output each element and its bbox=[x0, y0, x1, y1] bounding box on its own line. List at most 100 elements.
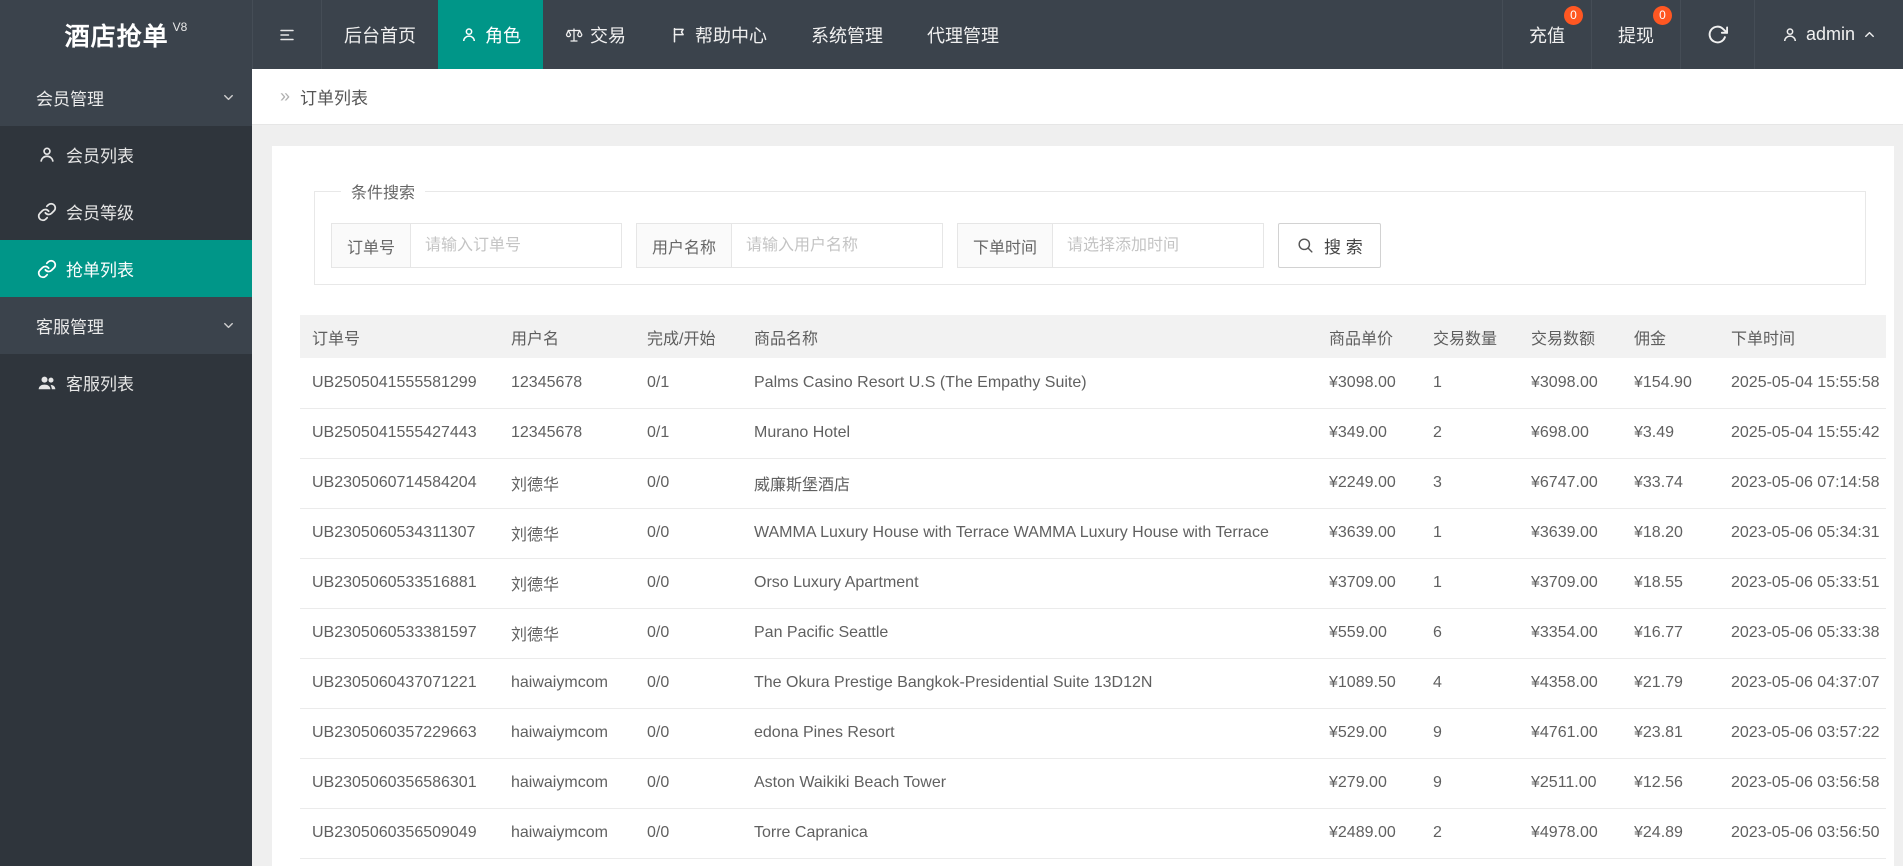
sidebar: 会员管理会员列表会员等级抢单列表客服管理客服列表 bbox=[0, 69, 252, 866]
app-window: 酒店抢单 V8 后台首页 角色 交易 帮助中心 系统管理 代理管理 充值 0 提现 0 bbox=[0, 0, 1903, 866]
cell-order-no: UB2305060357229663 bbox=[300, 708, 499, 759]
sidebar-item-label: 会员等级 bbox=[66, 204, 134, 223]
cell-progress: 0/1 bbox=[635, 408, 742, 459]
cell-trade-qty: 1 bbox=[1421, 358, 1519, 409]
refresh-button[interactable] bbox=[1679, 0, 1754, 69]
user-menu[interactable]: admin bbox=[1753, 0, 1903, 69]
sidebar-toggle-button[interactable] bbox=[252, 0, 322, 69]
cell-product-name: The Okura Prestige Bangkok-Presidential … bbox=[742, 658, 1317, 709]
table-row: UB2305060534311307 刘德华 0/0 WAMMA Luxury Hou… bbox=[300, 508, 1886, 559]
cell-trade-qty: 9 bbox=[1421, 758, 1519, 809]
search-input-2[interactable] bbox=[1052, 223, 1265, 268]
chevron-up-icon bbox=[1862, 27, 1877, 42]
cell-product-name: Orso Luxury Apartment bbox=[742, 558, 1317, 609]
sidebar-group-0[interactable]: 会员管理 bbox=[0, 69, 252, 126]
col-header-product-name: 商品名称 bbox=[742, 315, 1317, 358]
search-row: 订单号 用户名称 下单时间 搜 索 bbox=[331, 223, 1849, 268]
cell-commission: ¥12.56 bbox=[1622, 758, 1719, 809]
breadcrumb-separator-icon: » bbox=[280, 86, 291, 106]
search-field-1: 用户名称 bbox=[636, 223, 944, 268]
nav-item-label: 交易 bbox=[590, 25, 626, 46]
cell-username: 12345678 bbox=[499, 358, 635, 409]
nav-item-1[interactable]: 角色 bbox=[438, 0, 543, 69]
nav-item-label: 帮助中心 bbox=[695, 25, 767, 46]
cell-unit-price: ¥349.00 bbox=[1317, 408, 1421, 459]
cell-commission: ¥21.79 bbox=[1622, 658, 1719, 709]
brand-name: 酒店抢单 bbox=[64, 22, 169, 51]
search-button-label: 搜 索 bbox=[1324, 238, 1363, 257]
cell-trade-qty: 2 bbox=[1421, 808, 1519, 859]
cell-trade-qty: 6 bbox=[1421, 608, 1519, 659]
cell-commission: ¥18.20 bbox=[1622, 508, 1719, 559]
cell-unit-price: ¥279.00 bbox=[1317, 758, 1421, 809]
sidebar-item-label: 会员列表 bbox=[66, 147, 134, 166]
cell-product-name: 威廉斯堡酒店 bbox=[742, 458, 1317, 509]
col-header-unit-price: 商品单价 bbox=[1317, 315, 1421, 358]
nav-item-4[interactable]: 系统管理 bbox=[789, 0, 905, 69]
cell-trade-amount: ¥7821.00 bbox=[1519, 858, 1622, 866]
cell-commission: ¥3.49 bbox=[1622, 408, 1719, 459]
table-row: UB2305060357229663 haiwaiymcom 0/0 edona Pi… bbox=[300, 708, 1886, 759]
cell-order-no: UB2305060533381597 bbox=[300, 608, 499, 659]
user-icon bbox=[1781, 26, 1799, 44]
cell-product-name: Palms Casino Resort U.S (The Empathy Sui… bbox=[742, 358, 1317, 409]
cell-username: haiwaiymcom bbox=[499, 658, 635, 709]
cell-trade-qty: 2 bbox=[1421, 408, 1519, 459]
cell-username: 12345678 bbox=[499, 408, 635, 459]
withdraw-badge: 0 bbox=[1652, 6, 1672, 25]
users-icon bbox=[37, 373, 57, 393]
cell-trade-amount: ¥4761.00 bbox=[1519, 708, 1622, 759]
main-nav: 后台首页 角色 交易 帮助中心 系统管理 代理管理 bbox=[322, 0, 1021, 69]
breadcrumb: » 订单列表 bbox=[252, 69, 1903, 125]
nav-item-5[interactable]: 代理管理 bbox=[905, 0, 1021, 69]
recharge-badge: 0 bbox=[1563, 6, 1583, 25]
cell-progress: 0/0 bbox=[635, 858, 742, 866]
cell-trade-amount: ¥698.00 bbox=[1519, 408, 1622, 459]
cell-order-no: UB2305060437071221 bbox=[300, 658, 499, 709]
sidebar-item-label: 客服列表 bbox=[66, 375, 134, 394]
cell-commission: ¥39.11 bbox=[1622, 858, 1719, 866]
cell-order-no: UB2305060356436524 bbox=[300, 858, 499, 866]
sidebar-item-0-2[interactable]: 抢单列表 bbox=[0, 240, 252, 297]
sidebar-item-label: 抢单列表 bbox=[66, 261, 134, 280]
search-button[interactable]: 搜 索 bbox=[1278, 223, 1381, 268]
search-field-2: 下单时间 bbox=[957, 223, 1265, 268]
chevron-down-icon bbox=[221, 90, 236, 105]
cell-order-time: 2025-05-04 15:55:58 bbox=[1719, 358, 1886, 409]
recharge-button[interactable]: 充值 0 bbox=[1501, 0, 1591, 69]
withdraw-button[interactable]: 提现 0 bbox=[1590, 0, 1680, 69]
sidebar-item-0-1[interactable]: 会员等级 bbox=[0, 183, 252, 240]
refresh-icon bbox=[1707, 24, 1728, 45]
cell-commission: ¥18.55 bbox=[1622, 558, 1719, 609]
nav-item-3[interactable]: 帮助中心 bbox=[648, 0, 789, 69]
search-input-1[interactable] bbox=[731, 223, 944, 268]
cell-commission: ¥23.81 bbox=[1622, 708, 1719, 759]
chevron-down-icon bbox=[221, 318, 236, 333]
cell-product-name: Pan Pacific Seattle bbox=[742, 608, 1317, 659]
nav-item-0[interactable]: 后台首页 bbox=[322, 0, 438, 69]
cell-product-name: Torre Capranica bbox=[742, 808, 1317, 859]
nav-item-label: 系统管理 bbox=[811, 25, 883, 46]
nav-item-2[interactable]: 交易 bbox=[543, 0, 648, 69]
sidebar-item-1-0[interactable]: 客服列表 bbox=[0, 354, 252, 411]
sidebar-group-1[interactable]: 客服管理 bbox=[0, 297, 252, 354]
sidebar-item-0-0[interactable]: 会员列表 bbox=[0, 126, 252, 183]
col-header-commission: 佣金 bbox=[1622, 315, 1719, 358]
cell-order-time: 2023-05-06 05:34:31 bbox=[1719, 508, 1886, 559]
search-field-label: 下单时间 bbox=[957, 223, 1053, 268]
cell-unit-price: ¥3709.00 bbox=[1317, 558, 1421, 609]
cell-trade-amount: ¥3639.00 bbox=[1519, 508, 1622, 559]
nav-item-label: 代理管理 bbox=[927, 25, 999, 46]
sidebar-group-label: 会员管理 bbox=[36, 90, 104, 109]
recharge-label: 充值 bbox=[1528, 25, 1565, 46]
search-input-0[interactable] bbox=[410, 223, 623, 268]
table-row: UB2305060356586301 haiwaiymcom 0/0 Aston Wa… bbox=[300, 758, 1886, 809]
cell-unit-price: ¥529.00 bbox=[1317, 708, 1421, 759]
content-area: » 订单列表 条件搜索 订单号用户名称下单时间搜 索 订单号用户名完成/开始商品… bbox=[252, 69, 1903, 866]
page-body: 条件搜索 订单号用户名称下单时间搜 索 订单号用户名完成/开始商品名称商品单价交… bbox=[252, 125, 1903, 866]
search-legend: 条件搜索 bbox=[351, 185, 416, 202]
cell-unit-price: ¥559.00 bbox=[1317, 608, 1421, 659]
cell-username: haiwaiymcom bbox=[499, 708, 635, 759]
col-header-order-time: 下单时间 bbox=[1719, 315, 1886, 358]
cell-progress: 0/0 bbox=[635, 458, 742, 509]
